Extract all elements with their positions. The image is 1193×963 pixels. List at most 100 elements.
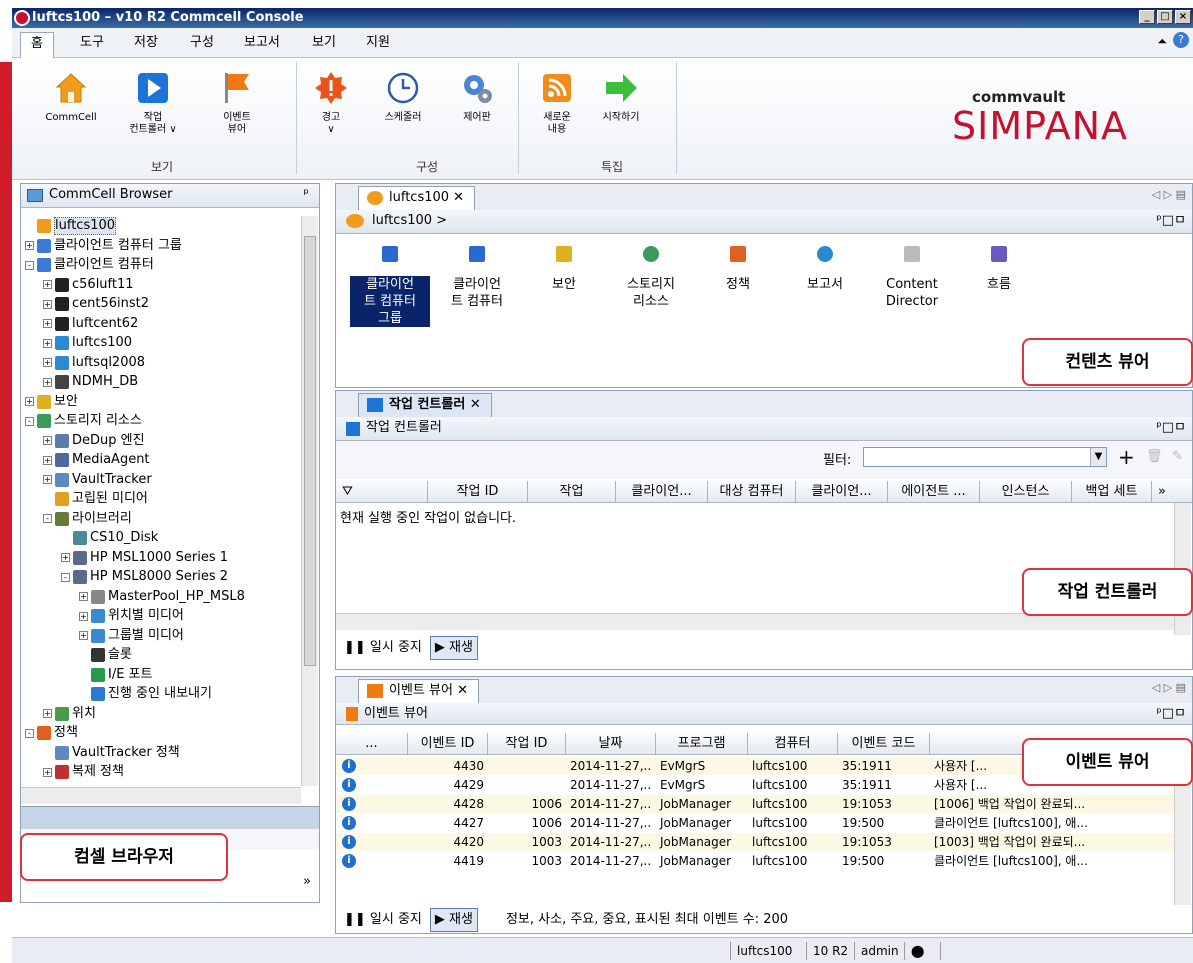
tree-node[interactable]: + luftcs100 bbox=[43, 333, 132, 353]
content-item[interactable]: 흐름 bbox=[959, 246, 1039, 293]
tree-node[interactable]: + cent56inst2 bbox=[43, 294, 149, 314]
tab-luftcs100[interactable]: luftcs100 ✕ bbox=[358, 186, 476, 210]
expand-icon[interactable]: + bbox=[43, 338, 52, 348]
content-item[interactable]: 클라이언 트 컴퓨터 bbox=[437, 246, 517, 310]
commcell-button[interactable]: CommCell bbox=[36, 70, 106, 124]
alert-button[interactable]: 경고 ∨ bbox=[296, 70, 366, 136]
job-play-button[interactable]: ▶ 재생 bbox=[429, 636, 478, 660]
expand-icon[interactable] bbox=[43, 748, 52, 757]
collapse-icon[interactable]: - bbox=[25, 728, 34, 738]
expand-icon[interactable]: + bbox=[25, 241, 34, 250]
col-severity[interactable]: ... bbox=[336, 733, 408, 754]
col-instance[interactable]: 인스턴스 bbox=[980, 481, 1072, 502]
window-controls-icon[interactable]: ᵖ□ㅁ bbox=[1156, 210, 1186, 232]
expand-icon[interactable]: + bbox=[43, 280, 52, 289]
tree-node[interactable]: + NDMH_DB bbox=[43, 372, 138, 392]
tab-job-controller[interactable]: 작업 컨트롤러 ✕ bbox=[358, 393, 492, 417]
col-job[interactable]: 작업 bbox=[528, 481, 616, 502]
expand-icon[interactable]: + bbox=[79, 631, 88, 640]
col-target-computer[interactable]: 대상 컴퓨터 bbox=[708, 481, 796, 502]
tree-node[interactable]: 진행 중인 내보내기 bbox=[79, 684, 212, 704]
menu-tab-configure[interactable]: 구성 bbox=[180, 32, 224, 58]
job-pause-button[interactable]: ❚❚ 일시 중지 bbox=[340, 637, 426, 659]
expand-icon[interactable]: + bbox=[25, 397, 34, 406]
expand-icon[interactable]: + bbox=[43, 319, 52, 328]
scheduler-button[interactable]: 스케줄러 bbox=[368, 70, 438, 124]
tree-node[interactable]: + luftsql2008 bbox=[43, 353, 145, 373]
window-controls-icon[interactable]: ᵖ□ㅁ bbox=[1156, 417, 1186, 439]
chevron-down-icon[interactable]: ▼ bbox=[1090, 448, 1106, 466]
menu-tab-view[interactable]: 보기 bbox=[302, 32, 346, 58]
table-row[interactable]: i 4419 1003 2014-11-27,.. JobManager luftcs10… bbox=[336, 852, 1174, 870]
menu-tab-support[interactable]: 지원 bbox=[356, 32, 400, 58]
tree-node[interactable]: 슬롯 bbox=[79, 645, 132, 665]
content-item[interactable]: 클라이언 트 컴퓨터 그룹 bbox=[350, 246, 430, 327]
panel-splitter[interactable] bbox=[21, 806, 319, 828]
menu-tab-reports[interactable]: 보고서 bbox=[234, 32, 290, 58]
content-item[interactable]: 스토리지 리소스 bbox=[611, 246, 691, 310]
collapse-icon[interactable]: - bbox=[61, 572, 70, 582]
expand-icon[interactable]: + bbox=[43, 377, 52, 387]
tree-node[interactable]: VaultTracker 정책 bbox=[43, 743, 180, 763]
expand-icon[interactable] bbox=[79, 690, 88, 699]
expand-icon[interactable] bbox=[61, 534, 70, 543]
collapse-icon[interactable]: - bbox=[43, 514, 52, 523]
expand-icon[interactable] bbox=[79, 651, 88, 660]
tree-node[interactable]: + 보안 bbox=[25, 392, 78, 412]
tab-scroll-arrows-icon[interactable]: ◁ ▷ ▤ bbox=[1152, 681, 1186, 694]
col-program[interactable]: 프로그램 bbox=[656, 733, 748, 754]
col-event-code[interactable]: 이벤트 코드 bbox=[838, 733, 930, 754]
tree-node[interactable]: + 위치 bbox=[43, 704, 96, 724]
collapse-ribbon-icon[interactable]: ⏶ bbox=[1157, 34, 1167, 49]
tree-node[interactable]: + luftcent62 bbox=[43, 314, 138, 334]
close-tab-icon[interactable]: ✕ bbox=[453, 190, 464, 205]
event-play-button[interactable]: ▶ 재생 bbox=[429, 908, 478, 932]
close-tab-icon[interactable]: ✕ bbox=[457, 683, 468, 698]
tree-node[interactable]: + 복제 정책 bbox=[43, 762, 124, 782]
collapse-icon[interactable]: - bbox=[25, 260, 34, 270]
pin-icon[interactable]: ᵖ bbox=[303, 184, 309, 206]
tab-event-viewer[interactable]: 이벤트 뷰어 ✕ bbox=[358, 679, 479, 703]
tree-node[interactable]: + MediaAgent bbox=[43, 450, 150, 470]
whats-new-button[interactable]: 새로운 내용 bbox=[522, 70, 592, 136]
expand-icon[interactable] bbox=[43, 495, 52, 504]
tree-node[interactable]: 고립된 미디어 bbox=[43, 489, 148, 509]
trash-icon[interactable]: 🗑 bbox=[1146, 449, 1163, 464]
window-controls-icon[interactable]: ᵖ□ㅁ bbox=[1156, 703, 1186, 725]
event-pause-button[interactable]: ❚❚ 일시 중지 bbox=[340, 909, 426, 931]
col-agent[interactable]: 에이전트 ... bbox=[888, 481, 980, 502]
more-button[interactable]: » bbox=[303, 874, 311, 889]
menu-tab-tools[interactable]: 도구 bbox=[70, 32, 114, 58]
expand-icon[interactable]: + bbox=[43, 436, 52, 445]
filter-column-icon[interactable]: ⛛ bbox=[336, 481, 428, 502]
tree-node[interactable]: - 클라이언트 컴퓨터 bbox=[25, 255, 154, 275]
content-item[interactable]: 보안 bbox=[524, 246, 604, 293]
tree-node[interactable]: + c56luft11 bbox=[43, 275, 134, 295]
menu-tab-home[interactable]: 홈 bbox=[20, 32, 54, 58]
tree-node[interactable]: CS10_Disk bbox=[61, 528, 158, 548]
tree-node[interactable]: - 정책 bbox=[25, 723, 78, 743]
tree-node[interactable]: + MasterPool_HP_MSL8 bbox=[79, 587, 245, 607]
tree-node[interactable]: + DeDup 엔진 bbox=[43, 431, 145, 451]
expand-icon[interactable]: + bbox=[43, 709, 52, 718]
edit-icon[interactable]: ✎ bbox=[1172, 449, 1183, 464]
expand-icon[interactable] bbox=[25, 222, 34, 231]
col-job-id[interactable]: 작업 ID bbox=[428, 481, 528, 502]
expand-icon[interactable]: + bbox=[79, 611, 88, 621]
tree-node[interactable]: I/E 포트 bbox=[79, 665, 152, 685]
expand-icon[interactable]: + bbox=[43, 455, 52, 465]
menu-tab-storage[interactable]: 저장 bbox=[124, 32, 168, 58]
expand-icon[interactable]: + bbox=[43, 475, 52, 484]
content-item[interactable]: Content Director bbox=[872, 246, 952, 310]
tree-node[interactable]: + HP MSL1000 Series 1 bbox=[61, 548, 228, 568]
expand-icon[interactable]: + bbox=[43, 767, 52, 777]
tree-horizontal-scrollbar[interactable] bbox=[21, 787, 301, 804]
close-button[interactable]: × bbox=[1175, 10, 1191, 24]
col-backup-set[interactable]: 백업 세트 bbox=[1072, 481, 1152, 502]
tree-node[interactable]: + 위치별 미디어 bbox=[79, 606, 184, 626]
tree-node[interactable]: luftcs100 bbox=[25, 216, 117, 236]
add-icon[interactable]: + bbox=[1118, 445, 1135, 469]
minimize-button[interactable]: _ bbox=[1139, 10, 1155, 24]
content-item[interactable]: 보고서 bbox=[785, 246, 865, 293]
tree-node[interactable]: - HP MSL8000 Series 2 bbox=[61, 567, 228, 587]
